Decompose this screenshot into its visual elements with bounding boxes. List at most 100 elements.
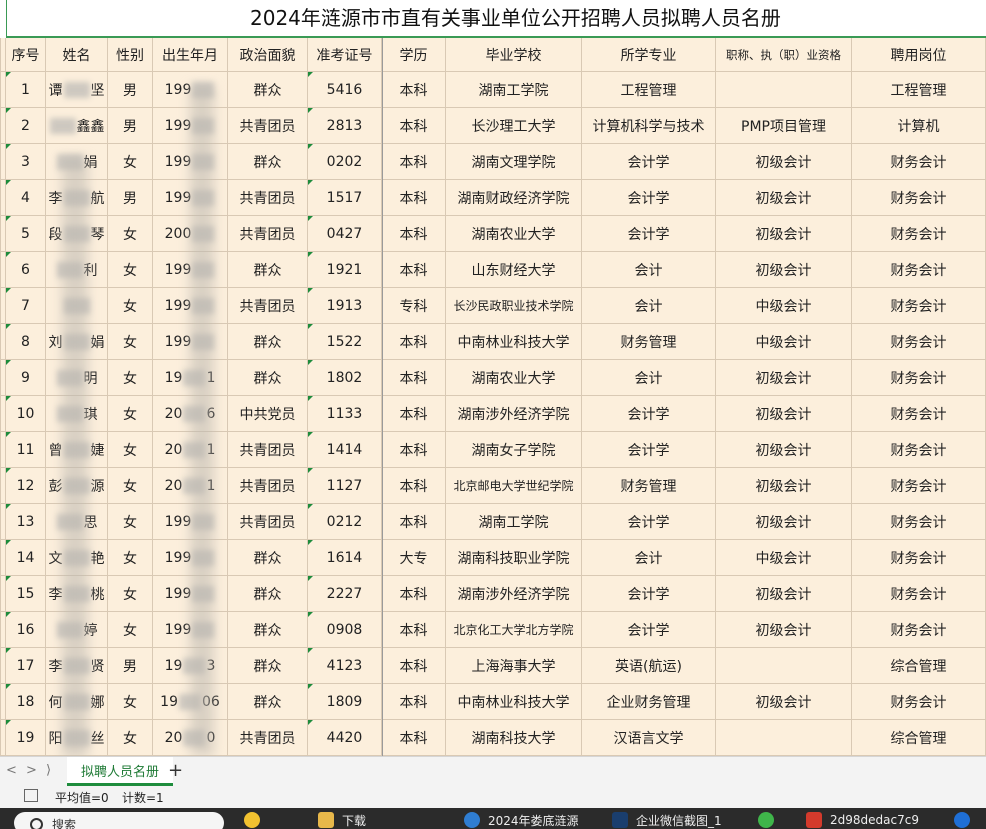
add-sheet-button[interactable]: +: [168, 760, 183, 781]
cell-seq[interactable]: 9: [6, 360, 46, 396]
cell-education[interactable]: 本科: [382, 144, 446, 180]
cell-school[interactable]: 湖南文理学院: [446, 144, 582, 180]
cell-political[interactable]: 群众: [228, 648, 308, 684]
cell-school[interactable]: 湖南女子学院: [446, 432, 582, 468]
cell-name[interactable]: 鑫鑫: [46, 108, 108, 144]
cell-gender[interactable]: 女: [108, 576, 153, 612]
cell-political[interactable]: 共青团员: [228, 216, 308, 252]
cell-exam-id[interactable]: 1802: [308, 360, 382, 396]
cell-exam-id[interactable]: 0212: [308, 504, 382, 540]
cell-education[interactable]: 本科: [382, 612, 446, 648]
cell-education[interactable]: 本科: [382, 684, 446, 720]
cell-major[interactable]: 企业财务管理: [582, 684, 716, 720]
cell-exam-id[interactable]: 1921: [308, 252, 382, 288]
cell-qualification[interactable]: [716, 648, 852, 684]
cell-exam-id[interactable]: 4123: [308, 648, 382, 684]
cell-qualification[interactable]: 中级会计: [716, 288, 852, 324]
cell-education[interactable]: 本科: [382, 396, 446, 432]
cell-seq[interactable]: 19: [6, 720, 46, 756]
cell-school[interactable]: 长沙理工大学: [446, 108, 582, 144]
cell-qualification[interactable]: [716, 72, 852, 108]
cell-seq[interactable]: 12: [6, 468, 46, 504]
cell-school[interactable]: 湖南农业大学: [446, 216, 582, 252]
cell-qualification[interactable]: [716, 720, 852, 756]
column-header-post[interactable]: 聘用岗位: [852, 38, 986, 72]
cell-political[interactable]: 群众: [228, 576, 308, 612]
cell-post[interactable]: 综合管理: [852, 720, 986, 756]
taskbar-item-app[interactable]: [954, 811, 978, 829]
cell-education[interactable]: 大专: [382, 540, 446, 576]
cell-post[interactable]: 财务会计: [852, 360, 986, 396]
cell-school[interactable]: 湖南涉外经济学院: [446, 576, 582, 612]
cell-post[interactable]: 财务会计: [852, 432, 986, 468]
column-header-seq[interactable]: 序号: [6, 38, 46, 72]
cell-gender[interactable]: 女: [108, 144, 153, 180]
sheet-tab-active[interactable]: 拟聘人员名册: [67, 757, 173, 786]
cell-gender[interactable]: 女: [108, 396, 153, 432]
cell-major[interactable]: 会计学: [582, 396, 716, 432]
cell-school[interactable]: 中南林业科技大学: [446, 684, 582, 720]
cell-gender[interactable]: 女: [108, 324, 153, 360]
cell-post[interactable]: 财务会计: [852, 684, 986, 720]
cell-seq[interactable]: 7: [6, 288, 46, 324]
cell-major[interactable]: 会计: [582, 288, 716, 324]
taskbar-item-browser[interactable]: 2024年娄底涟源: [464, 811, 579, 829]
cell-qualification[interactable]: PMP项目管理: [716, 108, 852, 144]
cell-qualification[interactable]: 初级会计: [716, 468, 852, 504]
cell-education[interactable]: 本科: [382, 576, 446, 612]
cell-education[interactable]: 本科: [382, 180, 446, 216]
cell-seq[interactable]: 2: [6, 108, 46, 144]
cell-school[interactable]: 湖南农业大学: [446, 360, 582, 396]
cell-post[interactable]: 财务会计: [852, 216, 986, 252]
cell-school[interactable]: 湖南财政经济学院: [446, 180, 582, 216]
cell-post[interactable]: 财务会计: [852, 468, 986, 504]
cell-qualification[interactable]: 初级会计: [716, 576, 852, 612]
column-header-exam-id[interactable]: 准考证号: [308, 38, 382, 72]
cell-seq[interactable]: 14: [6, 540, 46, 576]
cell-gender[interactable]: 女: [108, 288, 153, 324]
cell-exam-id[interactable]: 1809: [308, 684, 382, 720]
cell-post[interactable]: 财务会计: [852, 180, 986, 216]
cell-education[interactable]: 本科: [382, 720, 446, 756]
cell-post[interactable]: 计算机: [852, 108, 986, 144]
cell-gender[interactable]: 女: [108, 504, 153, 540]
cell-exam-id[interactable]: 1414: [308, 432, 382, 468]
cell-exam-id[interactable]: 2227: [308, 576, 382, 612]
cell-political[interactable]: 共青团员: [228, 180, 308, 216]
cell-seq[interactable]: 5: [6, 216, 46, 252]
cell-school[interactable]: 湖南工学院: [446, 72, 582, 108]
cell-gender[interactable]: 女: [108, 540, 153, 576]
cell-exam-id[interactable]: 1133: [308, 396, 382, 432]
cell-political[interactable]: 群众: [228, 684, 308, 720]
column-header-education[interactable]: 学历: [382, 38, 446, 72]
column-header-school[interactable]: 毕业学校: [446, 38, 582, 72]
cell-qualification[interactable]: 初级会计: [716, 360, 852, 396]
cell-exam-id[interactable]: 1517: [308, 180, 382, 216]
cell-major[interactable]: 会计学: [582, 504, 716, 540]
cell-exam-id[interactable]: 1913: [308, 288, 382, 324]
cell-seq[interactable]: 15: [6, 576, 46, 612]
cell-exam-id[interactable]: 0427: [308, 216, 382, 252]
cell-qualification[interactable]: 初级会计: [716, 684, 852, 720]
cell-school[interactable]: 湖南涉外经济学院: [446, 396, 582, 432]
cell-major[interactable]: 会计: [582, 252, 716, 288]
cell-qualification[interactable]: 初级会计: [716, 252, 852, 288]
cell-political[interactable]: 共青团员: [228, 108, 308, 144]
cell-exam-id[interactable]: 4420: [308, 720, 382, 756]
cell-education[interactable]: 本科: [382, 72, 446, 108]
cell-name[interactable]: 谭坚: [46, 72, 108, 108]
cell-education[interactable]: 本科: [382, 648, 446, 684]
title-row[interactable]: 2024年涟源市市直有关事业单位公开招聘人员拟聘人员名册: [0, 0, 986, 38]
cell-post[interactable]: 财务会计: [852, 612, 986, 648]
cell-qualification[interactable]: 初级会计: [716, 432, 852, 468]
cell-education[interactable]: 本科: [382, 432, 446, 468]
cell-qualification[interactable]: 初级会计: [716, 216, 852, 252]
status-mode-icon[interactable]: [24, 789, 38, 802]
cell-political[interactable]: 群众: [228, 324, 308, 360]
cell-seq[interactable]: 13: [6, 504, 46, 540]
cell-qualification[interactable]: 初级会计: [716, 180, 852, 216]
cell-post[interactable]: 财务会计: [852, 288, 986, 324]
cell-gender[interactable]: 男: [108, 108, 153, 144]
cell-major[interactable]: 会计学: [582, 216, 716, 252]
cell-post[interactable]: 财务会计: [852, 252, 986, 288]
